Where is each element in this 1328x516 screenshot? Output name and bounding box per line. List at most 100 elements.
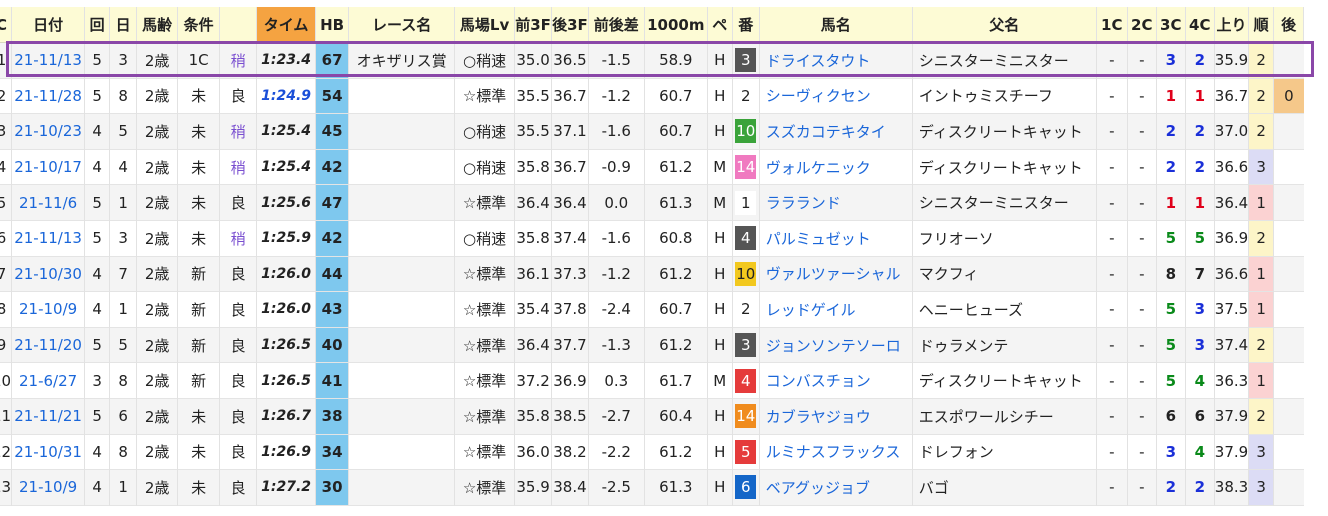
corner-2: - — [1127, 398, 1157, 435]
horse-name-link[interactable]: レッドゲイル — [759, 291, 913, 328]
date-link[interactable]: 21-10/9 — [11, 291, 86, 328]
header-row: C日付回日馬齢条件タイムHBレース名馬場Lv前3F後3F前後差1000mペ番馬名… — [0, 7, 1305, 43]
horse-name-link[interactable]: パルミュゼット — [759, 220, 913, 257]
horse-name-link[interactable]: ヴァルツァーシャル — [759, 256, 913, 292]
table-row[interactable]: 221-11/28582歳未良1:24.954☆標準35.536.7-1.260… — [0, 78, 1304, 114]
corner-3: 3 — [1156, 434, 1186, 470]
date-link[interactable]: 21-11/21 — [11, 398, 86, 435]
horse-name-link[interactable]: カブラヤジョウ — [759, 398, 913, 435]
track-level: ○稍速 — [454, 113, 516, 150]
first-3f: 36.4 — [514, 327, 553, 363]
day-cell: 5 — [109, 327, 138, 363]
post-number: 3 — [732, 42, 760, 79]
table-row[interactable]: 321-10/23452歳未稍1:25.445○稍速35.537.1-1.660… — [0, 113, 1304, 150]
table-row[interactable]: 1121-11/21562歳未良1:26.738☆標準35.838.5-2.76… — [0, 398, 1304, 435]
header-kai[interactable]: 回 — [84, 7, 111, 43]
post-number-badge: 14 — [735, 404, 757, 429]
race-name: オキザリス賞 — [348, 42, 456, 79]
table-row[interactable]: 121-11/13532歳1C稍1:23.467オキザリス賞○稍速35.036.… — [0, 42, 1304, 79]
hb-cell: 30 — [315, 469, 350, 506]
header-horse-name[interactable]: 馬名 — [759, 7, 913, 43]
table-row[interactable]: 521-11/6512歳未良1:25.647☆標準36.436.40.061.3… — [0, 184, 1304, 221]
date-link[interactable]: 21-11/20 — [11, 327, 86, 363]
header-age[interactable]: 馬齢 — [136, 7, 179, 43]
corner-4: 4 — [1185, 362, 1215, 399]
header-3c[interactable]: 3C — [1156, 7, 1186, 43]
table-row[interactable]: 1321-10/9412歳未良1:27.230 ☆標準35.938.4-2.561… — [0, 469, 1304, 506]
header-date[interactable]: 日付 — [11, 7, 86, 43]
header-2c[interactable]: 2C — [1127, 7, 1157, 43]
condition-cell: 未 — [177, 149, 221, 185]
corner-2: - — [1127, 434, 1157, 470]
table-row[interactable]: 1021-6/27382歳新良1:26.541☆標準37.236.90.361.… — [0, 362, 1304, 399]
header-track-level[interactable]: 馬場Lv — [454, 7, 516, 43]
table-row[interactable]: 721-10/30472歳新良1:26.044☆標準36.137.3-1.261… — [0, 256, 1304, 292]
date-link[interactable]: 21-6/27 — [11, 362, 86, 399]
table-row[interactable]: 821-10/9412歳新良1:26.043☆標準35.437.8-2.460.… — [0, 291, 1304, 328]
header-agari[interactable]: 上り — [1214, 7, 1250, 43]
track-condition: 良 — [219, 362, 258, 399]
horse-name-link[interactable]: ジョンソンテソーロ — [759, 327, 913, 363]
header-last[interactable]: 後 — [1273, 7, 1305, 43]
header-number[interactable]: 番 — [732, 7, 760, 43]
table-row[interactable]: 421-10/17442歳未稍1:25.442○稍速35.836.7-0.961… — [0, 149, 1304, 185]
table-row[interactable]: 621-11/13532歳未稍1:25.942○稍速35.837.4-1.660… — [0, 220, 1304, 257]
pace-diff: -1.3 — [588, 327, 645, 363]
corner-2: - — [1127, 362, 1157, 399]
last-3f: 37.3 — [551, 256, 589, 292]
track-condition: 良 — [219, 398, 258, 435]
header-1c[interactable]: 1C — [1096, 7, 1128, 43]
corner-4: 2 — [1185, 149, 1215, 185]
corner-2: - — [1127, 42, 1157, 79]
date-link[interactable]: 21-10/23 — [11, 113, 86, 150]
pace-cell: M — [707, 184, 733, 221]
header-order[interactable]: 順 — [1248, 7, 1275, 43]
date-link[interactable]: 21-11/28 — [11, 78, 86, 114]
track-condition: 良 — [219, 291, 258, 328]
header-hb[interactable]: HB — [315, 7, 350, 43]
age-cell: 2歳 — [136, 184, 179, 221]
horse-name-link[interactable]: ルミナスフラックス — [759, 434, 913, 470]
header-diff[interactable]: 前後差 — [588, 7, 645, 43]
horse-name-link[interactable]: ドライスタウト — [759, 42, 913, 79]
rank-cell: 11 — [0, 398, 13, 435]
date-link[interactable]: 21-11/6 — [11, 184, 86, 221]
header-rank[interactable]: C — [0, 7, 13, 43]
horse-name-link[interactable]: シーヴィクセン — [759, 78, 913, 114]
header-4c[interactable]: 4C — [1185, 7, 1215, 43]
header-track[interactable] — [219, 7, 258, 43]
track-condition: 稍 — [219, 42, 258, 79]
header-time[interactable]: タイム — [256, 7, 317, 43]
date-link[interactable]: 21-10/30 — [11, 256, 86, 292]
corner-1: - — [1096, 291, 1128, 328]
header-condition[interactable]: 条件 — [177, 7, 221, 43]
day-cell: 8 — [109, 434, 138, 470]
kai-cell: 5 — [84, 78, 111, 114]
date-link[interactable]: 21-10/31 — [11, 434, 86, 470]
horse-name-link[interactable]: ベアグッジョブ — [759, 469, 913, 506]
corner-4: 1 — [1185, 78, 1215, 114]
rank-cell: 12 — [0, 434, 13, 470]
header-last-3f[interactable]: 後3F — [551, 7, 589, 43]
header-1000m[interactable]: 1000m — [644, 7, 708, 43]
header-day[interactable]: 日 — [109, 7, 138, 43]
post-number-badge: 6 — [735, 475, 757, 500]
date-link[interactable]: 21-11/13 — [11, 42, 86, 79]
header-sire[interactable]: 父名 — [912, 7, 1097, 43]
horse-name-link[interactable]: ヴォルケニック — [759, 149, 913, 185]
header-first-3f[interactable]: 前3F — [514, 7, 553, 43]
table-row[interactable]: 921-11/20552歳新良1:26.540☆標準36.437.7-1.361… — [0, 327, 1304, 363]
table-row[interactable]: 1221-10/31482歳未良1:26.934☆標準36.038.2-2.26… — [0, 434, 1304, 470]
last-cell — [1273, 362, 1304, 399]
date-link[interactable]: 21-10/17 — [11, 149, 86, 185]
horse-name-link[interactable]: コンバスチョン — [759, 362, 913, 399]
order-cell: 3 — [1248, 469, 1275, 506]
header-pace[interactable]: ペ — [707, 7, 733, 43]
header-race-name[interactable]: レース名 — [348, 7, 456, 43]
time-1000m: 61.2 — [644, 149, 708, 185]
date-link[interactable]: 21-10/9 — [11, 469, 86, 506]
agari-cell: 37.9 — [1214, 398, 1250, 435]
horse-name-link[interactable]: ララランド — [759, 184, 913, 221]
horse-name-link[interactable]: スズカコテキタイ — [759, 113, 913, 150]
date-link[interactable]: 21-11/13 — [11, 220, 86, 257]
